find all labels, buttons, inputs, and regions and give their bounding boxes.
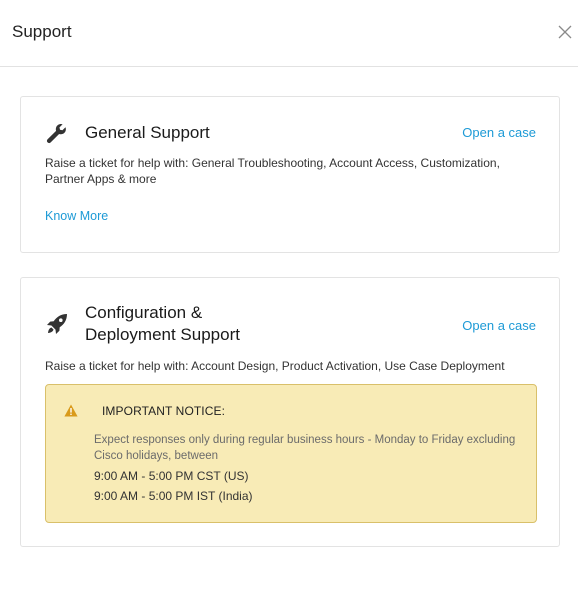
wrench-icon	[45, 122, 69, 146]
modal-header: Support	[0, 0, 578, 67]
general-support-card: General Support Open a case Raise a tick…	[20, 96, 560, 253]
open-case-link[interactable]: Open a case	[462, 318, 536, 333]
rocket-icon	[45, 312, 69, 336]
notice-hours-india: 9:00 AM - 5:00 PM IST (India)	[94, 489, 253, 503]
important-notice: IMPORTANT NOTICE: Expect responses only …	[45, 384, 537, 523]
card-title: Configuration & Deployment Support	[85, 303, 240, 344]
open-case-link[interactable]: Open a case	[462, 125, 536, 140]
notice-body: Expect responses only during regular bus…	[94, 434, 516, 462]
warning-icon	[64, 404, 78, 417]
card-description: Raise a ticket for help with: Account De…	[45, 359, 505, 373]
configuration-support-card: Configuration & Deployment Support Open …	[20, 277, 560, 547]
card-description: Raise a ticket for help with: General Tr…	[45, 156, 500, 186]
close-icon	[558, 25, 572, 39]
notice-hours-us: 9:00 AM - 5:00 PM CST (US)	[94, 469, 249, 483]
know-more-link[interactable]: Know More	[45, 209, 108, 223]
close-button[interactable]	[557, 24, 573, 40]
notice-title: IMPORTANT NOTICE:	[102, 404, 226, 418]
modal-title: Support	[12, 22, 72, 41]
card-title: General Support	[85, 123, 210, 142]
